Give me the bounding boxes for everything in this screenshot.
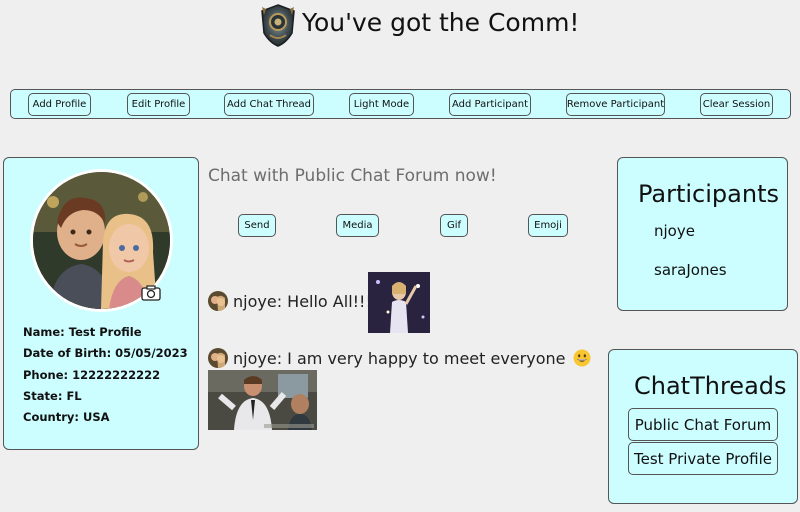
sender-avatar-icon bbox=[208, 291, 228, 311]
chat-threads-title: ChatThreads bbox=[634, 372, 787, 400]
chat-message: njoye: I am very happy to meet everyone bbox=[208, 348, 591, 368]
profile-phone: Phone: 12222222222 bbox=[23, 367, 161, 382]
profile-state: State: FL bbox=[23, 388, 82, 403]
profile-country: Country: USA bbox=[23, 410, 110, 425]
thread-test-private-profile-button[interactable]: Test Private Profile bbox=[628, 442, 778, 475]
profile-name: Name: Test Profile bbox=[23, 325, 142, 339]
profile-panel: Name: Test Profile Date of Birth: 05/05/… bbox=[3, 157, 199, 450]
send-button[interactable]: Send bbox=[238, 214, 276, 237]
gif-image[interactable] bbox=[208, 370, 317, 430]
shield-emblem-icon bbox=[261, 4, 295, 47]
message-text: njoye: Hello All!!! bbox=[233, 291, 372, 311]
edit-profile-button[interactable]: Edit Profile bbox=[127, 93, 190, 116]
chat-threads-panel: ChatThreads Public Chat Forum Test Priva… bbox=[608, 349, 798, 504]
media-button[interactable]: Media bbox=[336, 214, 379, 237]
participant-item[interactable]: njoye bbox=[654, 222, 695, 240]
add-profile-button[interactable]: Add Profile bbox=[28, 93, 91, 116]
participants-title: Participants bbox=[638, 180, 779, 208]
app-title: You've got the Comm! bbox=[302, 8, 580, 37]
grinning-face-emoji bbox=[573, 349, 591, 367]
emoji-button[interactable]: Emoji bbox=[528, 214, 568, 237]
gif-button[interactable]: Gif bbox=[440, 214, 468, 237]
chat-message: njoye: Hello All!!! bbox=[208, 291, 372, 311]
participants-panel: Participants njoye saraJones bbox=[617, 157, 788, 311]
chat-title: Chat with Public Chat Forum now! bbox=[208, 166, 497, 186]
light-mode-button[interactable]: Light Mode bbox=[349, 93, 414, 116]
camera-icon[interactable] bbox=[141, 285, 161, 301]
sender-avatar-icon bbox=[208, 348, 228, 368]
gif-image[interactable] bbox=[368, 272, 430, 333]
add-chat-thread-button[interactable]: Add Chat Thread bbox=[224, 93, 314, 116]
clear-session-button[interactable]: Clear Session bbox=[700, 93, 773, 116]
add-participant-button[interactable]: Add Participant bbox=[449, 93, 531, 116]
profile-dob: Date of Birth: 05/05/2023 bbox=[23, 346, 188, 361]
app-header: You've got the Comm! bbox=[0, 0, 800, 52]
profile-details: Name: Test Profile Date of Birth: 05/05/… bbox=[23, 322, 188, 428]
thread-public-chat-forum-button[interactable]: Public Chat Forum bbox=[628, 408, 778, 441]
remove-participant-button[interactable]: Remove Participant bbox=[566, 93, 665, 116]
participant-item[interactable]: saraJones bbox=[654, 261, 727, 279]
toolbar: Add Profile Edit Profile Add Chat Thread… bbox=[10, 89, 791, 119]
message-text: njoye: I am very happy to meet everyone bbox=[233, 348, 566, 368]
